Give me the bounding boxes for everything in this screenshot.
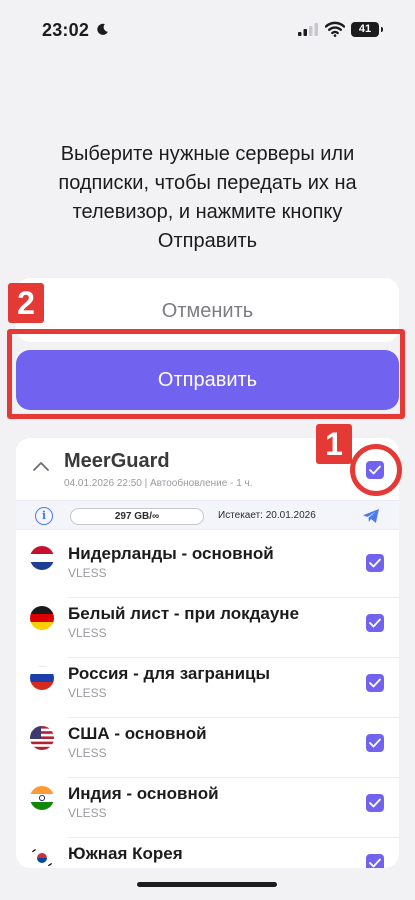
subscription-meta: 04.01.2026 22:50 | Автообновление - 1 ч. — [64, 478, 253, 489]
server-row[interactable]: США - основной VLESS — [16, 718, 399, 778]
usa-flag-icon — [30, 726, 54, 750]
status-bar: 23:02 41 — [0, 0, 415, 58]
server-name: США - основной — [68, 724, 207, 743]
expiry-date: Истекает: 20.01.2026 — [218, 510, 316, 521]
server-name: Белый лист - при локдауне — [68, 604, 300, 623]
check-icon — [369, 558, 381, 568]
server-checkbox[interactable] — [366, 794, 384, 812]
home-indicator — [137, 882, 277, 887]
server-row[interactable]: Белый лист - при локдауне VLESS — [16, 598, 399, 658]
battery-icon: 41 — [351, 22, 383, 37]
server-checkbox[interactable] — [366, 554, 384, 572]
server-checkbox[interactable] — [366, 674, 384, 692]
south-korea-flag-icon — [30, 846, 54, 868]
subscription-card: MeerGuard 04.01.2026 22:50 | Автообновле… — [16, 438, 399, 868]
subscription-name: MeerGuard — [64, 450, 170, 472]
server-checkbox[interactable] — [366, 614, 384, 632]
annotation-frame-send — [7, 329, 405, 419]
chevron-up-icon[interactable] — [32, 460, 50, 472]
server-name: Индия - основной — [68, 784, 219, 803]
annotation-circle-checkbox — [350, 444, 402, 496]
subscription-info-bar: i 297 GB/∞ Истекает: 20.01.2026 — [16, 500, 399, 530]
telegram-send-icon[interactable] — [362, 508, 380, 524]
server-row[interactable]: Россия - для заграницы VLESS — [16, 658, 399, 718]
info-icon[interactable]: i — [35, 507, 53, 525]
india-flag-icon — [30, 786, 54, 810]
server-protocol: VLESS — [68, 806, 107, 820]
traffic-usage: 297 GB/∞ — [70, 508, 204, 525]
signal-icon — [298, 23, 318, 36]
netherlands-flag-icon — [30, 546, 54, 570]
check-icon — [369, 678, 381, 688]
instruction-text: Выберите нужные серверы или подписки, чт… — [58, 143, 357, 252]
server-protocol: VLESS — [68, 626, 107, 640]
check-icon — [369, 858, 381, 868]
server-name: Южная Корея — [68, 844, 183, 863]
germany-flag-icon — [30, 606, 54, 630]
server-protocol: VLESS — [68, 686, 107, 700]
check-icon — [369, 798, 381, 808]
moon-icon — [97, 23, 108, 35]
server-protocol: VLESS — [68, 566, 107, 580]
server-checkbox[interactable] — [366, 854, 384, 868]
server-checkbox[interactable] — [366, 734, 384, 752]
russia-flag-icon — [30, 666, 54, 690]
status-time: 23:02 — [42, 20, 90, 40]
annotation-badge-2: 2 — [8, 283, 44, 323]
check-icon — [369, 618, 381, 628]
server-protocol: VLESS — [68, 746, 107, 760]
annotation-badge-1: 1 — [316, 424, 352, 464]
check-icon — [369, 738, 381, 748]
server-name: Россия - для заграницы — [68, 664, 270, 683]
server-row[interactable]: Индия - основной VLESS — [16, 778, 399, 838]
server-name: Нидерланды - основной — [68, 544, 274, 563]
server-row[interactable]: Нидерланды - основной VLESS — [16, 538, 399, 598]
wifi-icon — [325, 21, 345, 37]
server-row[interactable]: Южная Корея — [16, 838, 399, 868]
